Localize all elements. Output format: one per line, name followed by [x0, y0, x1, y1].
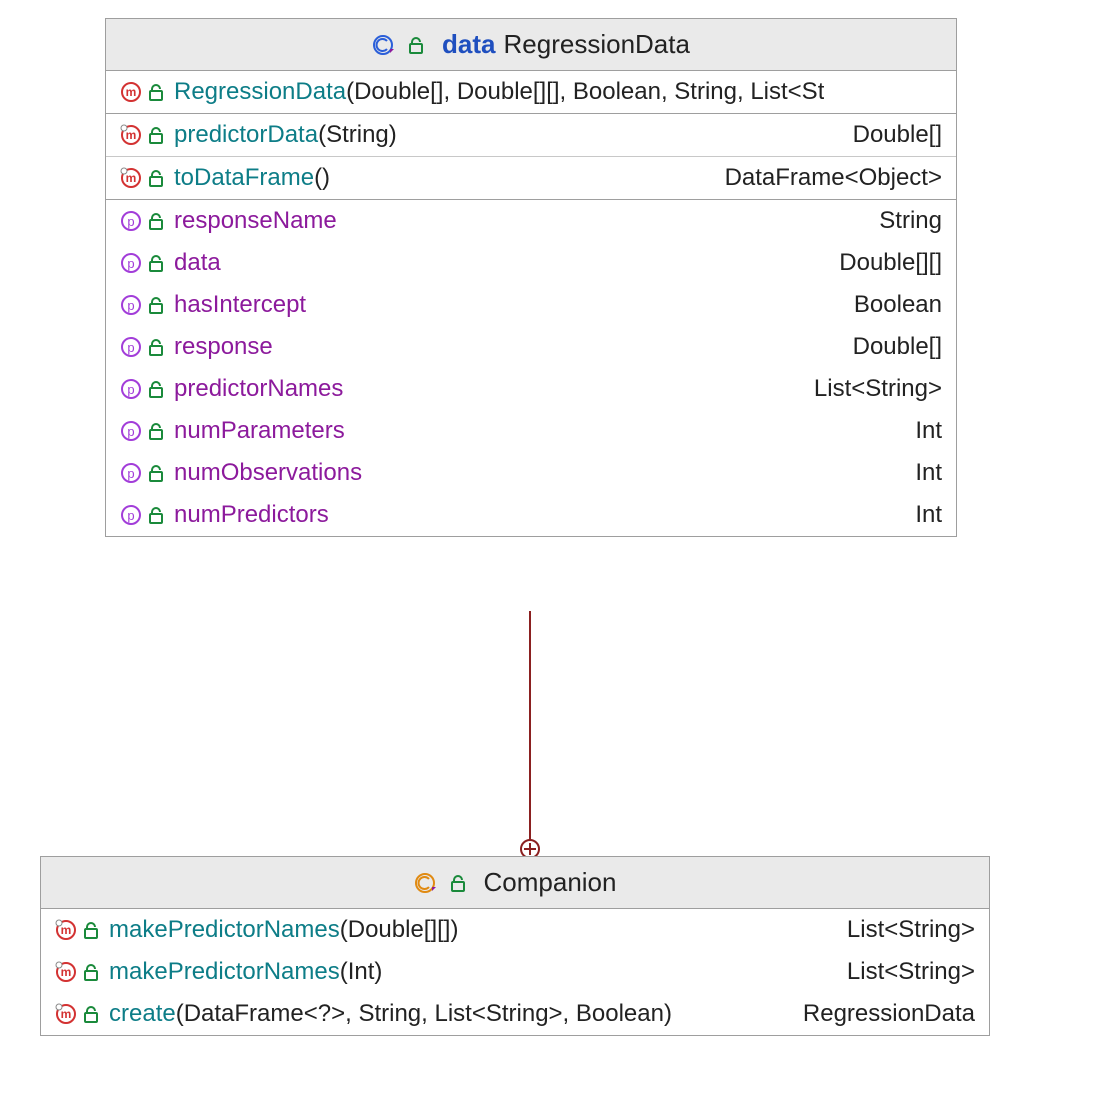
property-row[interactable]: predictorNames List<String> [106, 368, 956, 410]
member-name: create [109, 1000, 176, 1028]
property-icon [120, 294, 142, 316]
lock-icon [83, 1005, 99, 1023]
method-icon [120, 81, 142, 103]
member-type: List<String> [847, 916, 975, 944]
member-type: RegressionData [803, 1000, 975, 1028]
property-row[interactable]: numPredictors Int [106, 494, 956, 536]
member-name: numObservations [174, 459, 362, 487]
member-type: Double[][] [839, 249, 942, 277]
class-keyword: data [442, 29, 495, 60]
member-type: List<String> [814, 375, 942, 403]
lock-icon [148, 464, 164, 482]
member-name: RegressionData [174, 78, 346, 106]
lock-icon [148, 422, 164, 440]
lock-icon [148, 506, 164, 524]
lock-icon [148, 212, 164, 230]
method-row[interactable]: makePredictorNames (Int) List<String> [41, 951, 989, 993]
property-icon [120, 378, 142, 400]
class-box-regressiondata[interactable]: data RegressionData RegressionData (Doub… [105, 18, 957, 537]
lock-icon [450, 874, 466, 892]
member-type: String [879, 207, 942, 235]
lock-icon [148, 83, 164, 101]
property-icon [120, 336, 142, 358]
member-type: Boolean [854, 291, 942, 319]
property-row[interactable]: numObservations Int [106, 452, 956, 494]
member-type: Double[] [853, 333, 942, 361]
method-override-icon [55, 919, 77, 941]
property-row[interactable]: numParameters Int [106, 410, 956, 452]
lock-icon [148, 338, 164, 356]
property-icon [120, 210, 142, 232]
member-params: (DataFrame<?>, String, List<String>, Boo… [176, 1000, 672, 1028]
member-name: predictorNames [174, 375, 343, 403]
method-row[interactable]: toDataFrame () DataFrame<Object> [106, 157, 956, 200]
member-name: responseName [174, 207, 337, 235]
member-type: DataFrame<Object> [725, 164, 942, 192]
lock-icon [83, 963, 99, 981]
member-name: toDataFrame [174, 164, 314, 192]
member-name: makePredictorNames [109, 916, 340, 944]
lock-icon [148, 380, 164, 398]
constructor-row[interactable]: RegressionData (Double[], Double[][], Bo… [106, 71, 956, 114]
class-name: RegressionData [504, 29, 690, 60]
class-box-companion[interactable]: Companion makePredictorNames (Double[][]… [40, 856, 990, 1036]
member-name: makePredictorNames [109, 958, 340, 986]
member-name: numParameters [174, 417, 345, 445]
class-name: Companion [484, 867, 617, 898]
connector-line [529, 611, 531, 855]
member-name: response [174, 333, 273, 361]
method-override-icon [120, 124, 142, 146]
lock-icon [408, 36, 424, 54]
member-name: hasIntercept [174, 291, 306, 319]
member-type: List<String> [847, 958, 975, 986]
lock-icon [148, 126, 164, 144]
class-icon [372, 34, 394, 56]
member-type: Int [915, 417, 942, 445]
lock-icon [148, 254, 164, 272]
lock-icon [83, 921, 99, 939]
member-params: (Double[][]) [340, 916, 459, 944]
property-row[interactable]: data Double[][] [106, 242, 956, 284]
property-row[interactable]: response Double[] [106, 326, 956, 368]
member-name: predictorData [174, 121, 318, 149]
member-type: Int [915, 459, 942, 487]
property-icon [120, 504, 142, 526]
class-header: data RegressionData [106, 19, 956, 71]
method-override-icon [55, 1003, 77, 1025]
member-type: Int [915, 501, 942, 529]
member-params: (Double[], Double[][], Boolean, String, … [346, 78, 824, 106]
property-icon [120, 252, 142, 274]
property-icon [120, 420, 142, 442]
member-name: numPredictors [174, 501, 329, 529]
method-row[interactable]: makePredictorNames (Double[][]) List<Str… [41, 909, 989, 951]
method-override-icon [55, 961, 77, 983]
method-override-icon [120, 167, 142, 189]
member-params: (String) [318, 121, 397, 149]
member-params: (Int) [340, 958, 383, 986]
method-row[interactable]: predictorData (String) Double[] [106, 114, 956, 157]
lock-icon [148, 169, 164, 187]
class-header: Companion [41, 857, 989, 909]
method-row[interactable]: create (DataFrame<?>, String, List<Strin… [41, 993, 989, 1035]
member-type: Double[] [853, 121, 942, 149]
member-params: () [314, 164, 330, 192]
lock-icon [148, 296, 164, 314]
property-icon [120, 462, 142, 484]
class-icon [414, 872, 436, 894]
property-row[interactable]: responseName String [106, 200, 956, 242]
member-name: data [174, 249, 221, 277]
property-row[interactable]: hasIntercept Boolean [106, 284, 956, 326]
